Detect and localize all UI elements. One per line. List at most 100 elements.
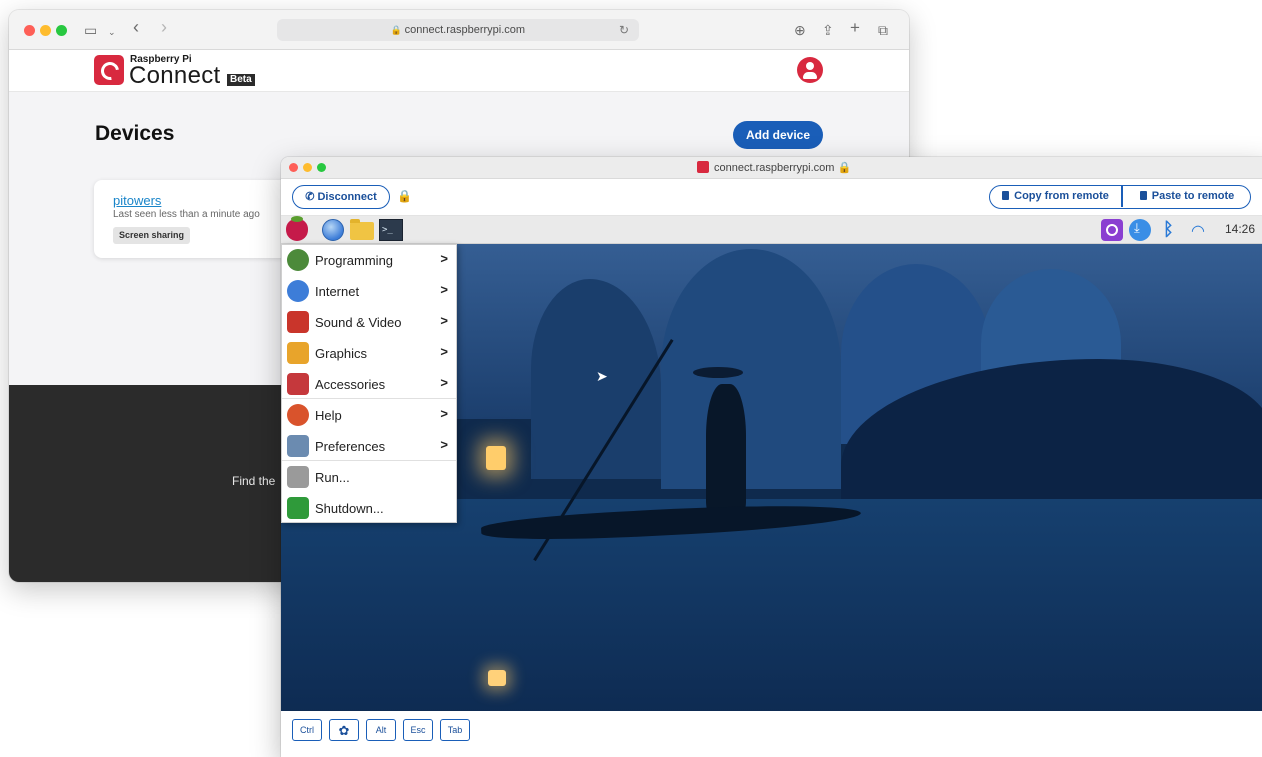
downloads-icon[interactable]: ⊕ [794,22,806,38]
lantern-reflection [488,670,506,686]
menu-item-label: Sound & Video [315,315,402,330]
copy-from-remote-button[interactable]: Copy from remote [990,186,1121,207]
minimize-window-button[interactable] [40,25,51,36]
fisherman-hat [693,367,743,378]
reload-icon[interactable]: ↻ [619,19,629,41]
terminal-icon[interactable]: >_ [379,219,403,241]
raspberry-pi-taskbar: >_ ᛒ ◠ 14:26 [281,216,1262,244]
remote-window-titlebar: connect.raspberrypi.com 🔒 [281,157,1262,179]
zoom-window-button[interactable] [317,163,326,172]
menu-item-label: Help [315,408,342,423]
menu-item-shutdown[interactable]: Shutdown... [282,493,456,523]
raspberry-pi-connect-logo-icon[interactable] [94,55,124,85]
internet-icon [287,280,309,302]
menu-item-graphics[interactable]: Graphics > [282,338,456,368]
keyboard-shortcut-bar: Ctrl ✿ Alt Esc Tab [281,711,1262,751]
programming-icon [287,249,309,271]
menu-item-label: Shutdown... [315,501,384,516]
ctrl-key-button[interactable]: Ctrl [292,719,322,741]
device-name-link[interactable]: pitowers [113,193,161,208]
wallpaper-water [281,499,1262,711]
menu-item-internet[interactable]: Internet > [282,276,456,306]
connect-tray-icon[interactable] [1101,219,1123,241]
chevron-right-icon: > [440,313,448,328]
menu-item-label: Preferences [315,439,386,454]
updates-tray-icon[interactable] [1129,219,1151,241]
device-last-seen: Last seen less than a minute ago [113,209,260,220]
page-title: Devices [95,122,175,145]
tab-overview-icon[interactable]: ⧉ [878,22,888,38]
menu-item-label: Accessories [315,377,386,392]
device-card[interactable]: pitowers Last seen less than a minute ag… [94,180,304,258]
add-device-button[interactable]: Add device [733,121,823,149]
lantern [486,446,506,470]
raspberry-key-button[interactable]: ✿ [329,719,359,741]
forward-arrow-icon[interactable]: › [161,18,167,36]
share-icon[interactable]: ⇪ [822,22,834,38]
lock-icon: 🔒 [397,189,412,203]
menu-item-preferences[interactable]: Preferences > [282,431,456,461]
favicon-icon [697,161,709,173]
file-manager-icon[interactable] [350,219,374,240]
alt-key-button[interactable]: Alt [366,719,396,741]
window-title-text: connect.raspberrypi.com [714,162,835,174]
sidebar-toggle-icon[interactable]: ▭ [84,22,97,38]
run-icon [287,466,309,488]
sound-video-icon [287,311,309,333]
footer-text: Find the [232,474,276,488]
raspberry-menu-icon[interactable] [286,216,308,241]
minimize-window-button[interactable] [303,163,312,172]
close-window-button[interactable] [289,163,298,172]
menu-item-run[interactable]: Run... [282,462,456,492]
close-window-button[interactable] [24,25,35,36]
window-title: connect.raspberrypi.com 🔒 [697,161,851,175]
applications-menu: Programming > Internet > Sound & Video >… [281,244,457,523]
menu-item-label: Internet [315,284,360,299]
clipboard-icon [1139,191,1147,200]
graphics-icon [287,342,309,364]
accessories-icon [287,373,309,395]
chevron-right-icon: > [440,437,448,452]
chevron-right-icon: > [440,406,448,421]
chevron-right-icon: > [440,251,448,266]
chevron-right-icon: > [440,344,448,359]
session-control-bar: ✆ Disconnect 🔒 Copy from remote Paste to… [281,179,1262,216]
esc-key-button[interactable]: Esc [403,719,433,741]
mouse-cursor-icon: ➤ [596,368,608,384]
lock-icon: 🔒 [390,25,405,35]
address-bar[interactable]: 🔒 connect.raspberrypi.com ↻ [277,19,639,41]
preferences-icon [287,435,309,457]
address-bar-url: connect.raspberrypi.com [404,24,526,36]
brand-large-text: Connect [129,62,221,89]
menu-item-help[interactable]: Help > [282,400,456,430]
wifi-icon[interactable]: ◠ [1191,221,1205,241]
paste-label: Paste to remote [1151,190,1235,202]
menu-item-programming[interactable]: Programming > [282,245,456,275]
clipboard-button-group: Copy from remote Paste to remote [989,185,1251,209]
menu-item-accessories[interactable]: Accessories > [282,369,456,399]
zoom-window-button[interactable] [56,25,67,36]
browser-toolbar: ▭ ⌄ ‹ › 🔒 connect.raspberrypi.com ↻ ⊕ ⇪ … [9,10,909,50]
web-browser-icon[interactable] [322,219,344,241]
bluetooth-icon[interactable]: ᛒ [1163,219,1174,240]
screen-sharing-badge[interactable]: Screen sharing [113,227,191,244]
fisherman [706,384,746,514]
phone-icon: ✆ [305,190,318,203]
help-icon [287,404,309,426]
user-avatar-icon[interactable] [797,57,823,83]
chevron-down-icon[interactable]: ⌄ [108,24,116,40]
menu-item-label: Programming [315,253,394,268]
new-tab-icon[interactable]: + [850,19,860,36]
menu-item-label: Run... [315,470,350,485]
chevron-right-icon: > [440,282,448,297]
back-arrow-icon[interactable]: ‹ [133,18,139,36]
paste-to-remote-button[interactable]: Paste to remote [1122,186,1252,207]
remote-session-window: connect.raspberrypi.com 🔒 ✆ Disconnect 🔒 … [281,157,1262,757]
menu-item-label: Graphics [315,346,368,361]
shutdown-icon [287,497,309,519]
menu-item-sound-video[interactable]: Sound & Video > [282,307,456,337]
tab-key-button[interactable]: Tab [440,719,470,741]
disconnect-button[interactable]: ✆ Disconnect [292,185,390,209]
clock[interactable]: 14:26 [1225,222,1255,236]
copy-label: Copy from remote [1014,190,1109,202]
